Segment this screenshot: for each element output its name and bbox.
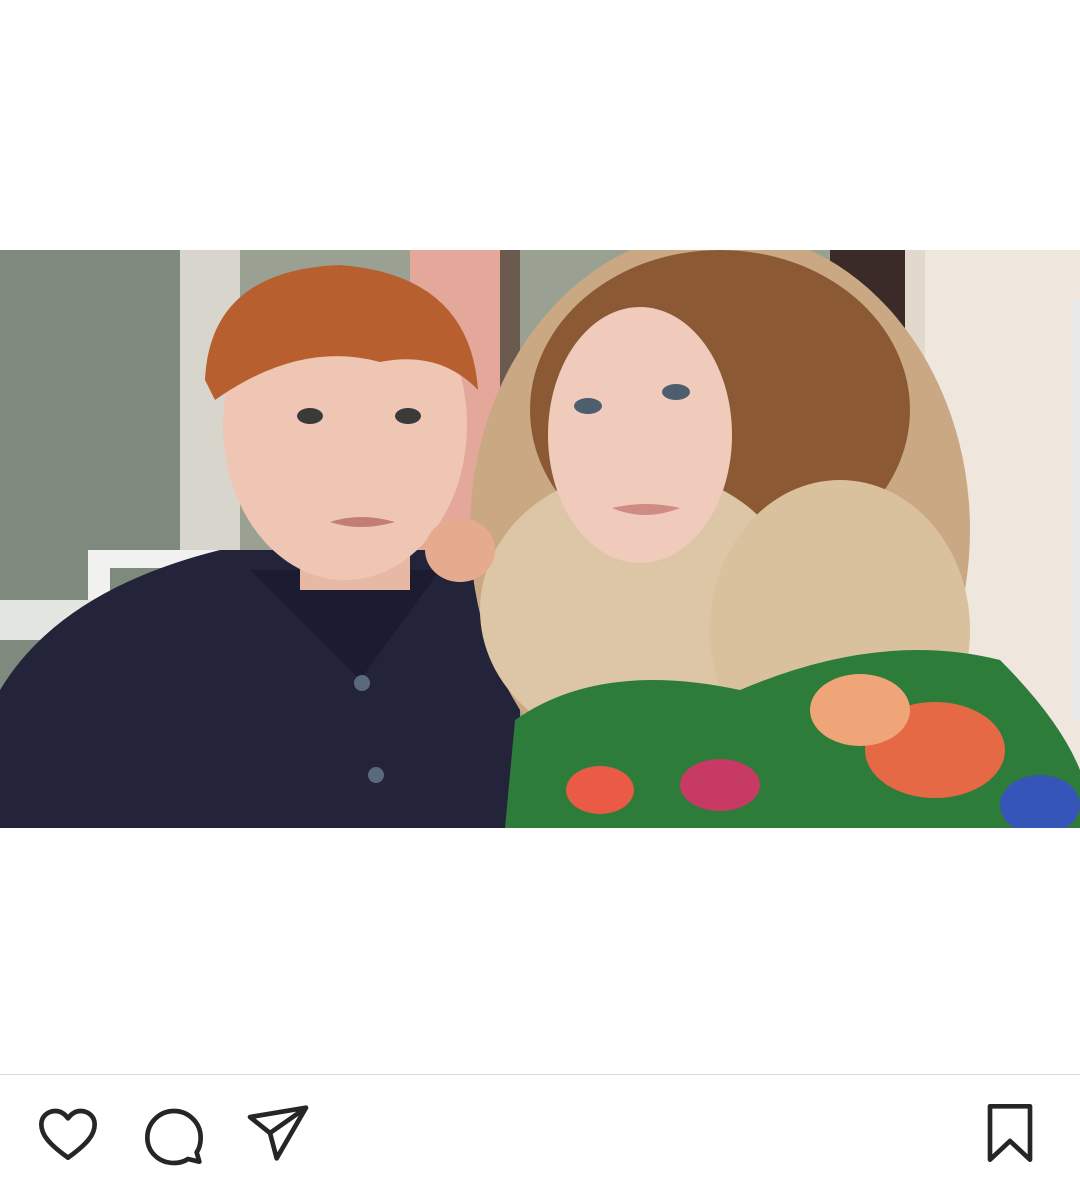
post-photo-illustration <box>0 250 1080 828</box>
share-button[interactable] <box>242 1097 314 1169</box>
save-button[interactable] <box>974 1097 1046 1169</box>
speech-bubble-icon <box>145 1108 203 1166</box>
post-photo[interactable] <box>0 250 1080 828</box>
scroll-indicator[interactable] <box>1072 300 1080 720</box>
post-action-bar <box>0 1075 1080 1194</box>
comment-button[interactable] <box>138 1099 210 1171</box>
paper-plane-icon <box>247 1105 309 1161</box>
bookmark-icon <box>987 1104 1033 1162</box>
like-button[interactable] <box>32 1099 104 1171</box>
heart-icon <box>39 1108 97 1160</box>
